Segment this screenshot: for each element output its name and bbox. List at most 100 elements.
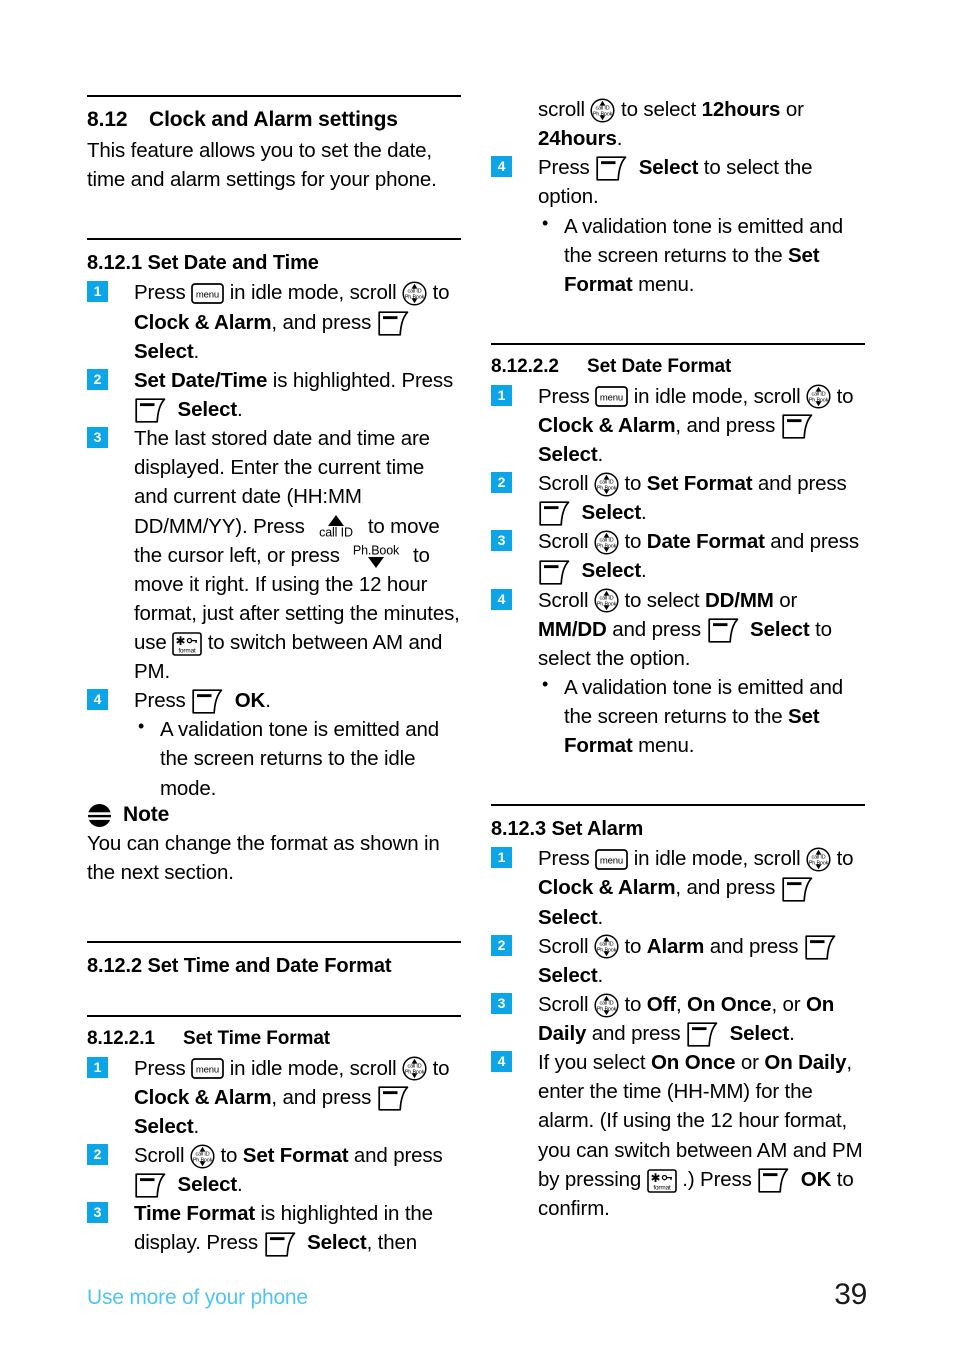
heading-8-12-2-2: 8.12.2.2 Set Date Format xyxy=(491,355,865,380)
step-text: . xyxy=(641,559,647,583)
scroll-navigation-icon: call ID Ph.Book xyxy=(190,1144,215,1169)
scroll-navigation-icon: call ID Ph.Book xyxy=(806,847,831,872)
svg-text:format: format xyxy=(653,1184,671,1191)
section-divider xyxy=(491,342,865,345)
step-text: in idle mode, scroll xyxy=(229,281,403,305)
step-emphasis: Select xyxy=(177,397,238,421)
step-emphasis: Clock & Alarm xyxy=(134,1085,272,1109)
step-text: to select xyxy=(621,98,702,121)
step-text: Scroll xyxy=(538,934,594,958)
svg-text:✱: ✱ xyxy=(176,634,186,648)
step-number-badge: 1 xyxy=(491,847,512,869)
step-number-badge: 4 xyxy=(491,156,512,178)
instruction-step: 4 Press OK. xyxy=(87,686,461,715)
step-text: . xyxy=(193,1114,200,1138)
soft-key-icon xyxy=(781,413,819,440)
scroll-navigation-icon: call ID Ph.Book xyxy=(594,472,619,497)
step-text: Scroll xyxy=(134,1143,190,1167)
section-divider xyxy=(87,238,461,241)
heading-8-12-2-2-title: Set Date Format xyxy=(587,355,732,377)
steps-8-12-2-2: 1 Press menu in idle mode, scroll call ID… xyxy=(491,382,865,761)
scroll-navigation-icon: call ID Ph.Book xyxy=(594,993,619,1018)
step-text: to xyxy=(624,530,647,554)
soft-key-icon xyxy=(595,155,633,182)
soft-key-icon xyxy=(191,688,229,715)
step-emphasis: Select xyxy=(538,905,598,929)
step-text: in idle mode, scroll xyxy=(229,1056,403,1080)
step-emphasis: MM/DD xyxy=(538,617,607,641)
step-number-badge: 3 xyxy=(87,427,108,449)
soft-key-icon xyxy=(538,559,576,586)
step-emphasis: DD/MM xyxy=(705,588,774,612)
instruction-step: scroll call ID Ph.Book to select 12hours … xyxy=(491,95,865,153)
soft-key-icon xyxy=(804,934,842,961)
svg-text:Ph.Book: Ph.Book xyxy=(405,1070,425,1076)
step-emphasis: Date Format xyxy=(646,530,765,554)
steps-8-12-1: 1 Press menu in idle mode, scroll call ID… xyxy=(87,278,461,802)
step-emphasis: Off xyxy=(646,992,676,1016)
scroll-navigation-icon: call ID Ph.Book xyxy=(594,934,619,959)
steps-8-12-2-1: 1 Press menu in idle mode, scroll call ID… xyxy=(87,1054,461,1258)
soft-key-icon xyxy=(781,876,819,903)
step-emphasis: Select xyxy=(307,1231,367,1255)
step-text: menu. xyxy=(632,734,695,758)
step-text: . xyxy=(616,127,623,151)
scroll-navigation-icon: call ID Ph.Book xyxy=(806,384,831,409)
step-text: Press xyxy=(134,1056,192,1080)
step-text: . xyxy=(641,501,647,525)
instruction-step: 1 Press menu in idle mode, scroll call ID… xyxy=(491,382,865,469)
note-title: Note xyxy=(123,803,170,827)
step-number-badge: 3 xyxy=(491,992,512,1014)
step-text: and press xyxy=(586,1022,687,1046)
instruction-step: 2 Scroll call ID Ph.Book to Set Format and… xyxy=(491,469,865,527)
phone-book-down-arrow-icon: Ph.Book xyxy=(345,543,407,569)
step-bullet: A validation tone is emitted and the scr… xyxy=(538,211,865,299)
step-text: , and press xyxy=(271,1085,377,1109)
step-text: menu. xyxy=(632,272,695,296)
step-emphasis: Set Format xyxy=(646,471,753,495)
format-star-key-icon: ✱ format xyxy=(172,632,202,656)
instruction-step: 4 Press Select to select the option. xyxy=(491,153,865,211)
svg-text:Ph.Book: Ph.Book xyxy=(193,1157,213,1163)
step-text: Press xyxy=(134,281,192,305)
step-text: is highlighted. Press xyxy=(267,368,454,392)
step-emphasis: Select xyxy=(538,963,598,987)
instruction-step: 4 If you select On Once or On Daily, ente… xyxy=(491,1048,865,1223)
format-star-key-icon: ✱ format xyxy=(646,1168,677,1193)
svg-text:Ph.Book: Ph.Book xyxy=(405,295,425,301)
heading-8-12-2-1-title: Set Time Format xyxy=(183,1027,331,1049)
scroll-navigation-icon: call ID Ph.Book xyxy=(594,530,619,555)
svg-text:Ph.Book: Ph.Book xyxy=(809,861,829,867)
step-text: in idle mode, scroll xyxy=(633,847,807,871)
step-text: Scroll xyxy=(538,992,594,1016)
step-text: .) Press xyxy=(682,1167,758,1191)
steps-continuation: scroll call ID Ph.Book to select 12hours … xyxy=(491,95,865,299)
step-emphasis: Set Date/Time xyxy=(134,368,268,392)
step-emphasis: Select xyxy=(538,442,598,466)
step-number-badge: 1 xyxy=(87,1056,108,1078)
svg-text:Ph.Book: Ph.Book xyxy=(597,485,617,491)
svg-text:Ph.Book: Ph.Book xyxy=(597,602,617,608)
step-text: . xyxy=(597,442,604,466)
step-emphasis: 12hours xyxy=(701,98,781,121)
note-header: Note xyxy=(87,803,461,828)
step-text: . xyxy=(193,339,200,363)
step-number-badge: 3 xyxy=(491,530,512,552)
step-text: to select xyxy=(624,588,705,612)
section-divider xyxy=(491,804,865,807)
instruction-step: 1 Press menu in idle mode, scroll call ID… xyxy=(491,844,865,931)
step-emphasis: OK xyxy=(234,689,266,713)
step-emphasis: Select xyxy=(750,617,810,641)
svg-text:menu: menu xyxy=(196,290,219,301)
step-text: . xyxy=(789,1022,795,1046)
step-text: to xyxy=(836,847,854,871)
step-text: If you select xyxy=(538,1051,651,1075)
step-bullet: A validation tone is emitted and the scr… xyxy=(538,672,865,760)
menu-key-icon: menu xyxy=(191,1058,225,1079)
step-bullet-list: A validation tone is emitted and the scr… xyxy=(491,211,865,299)
svg-text:menu: menu xyxy=(600,393,623,404)
step-emphasis: Clock & Alarm xyxy=(134,310,272,334)
step-text: in idle mode, scroll xyxy=(633,384,807,408)
step-text: Press xyxy=(134,689,192,713)
step-text: Scroll xyxy=(538,530,594,554)
